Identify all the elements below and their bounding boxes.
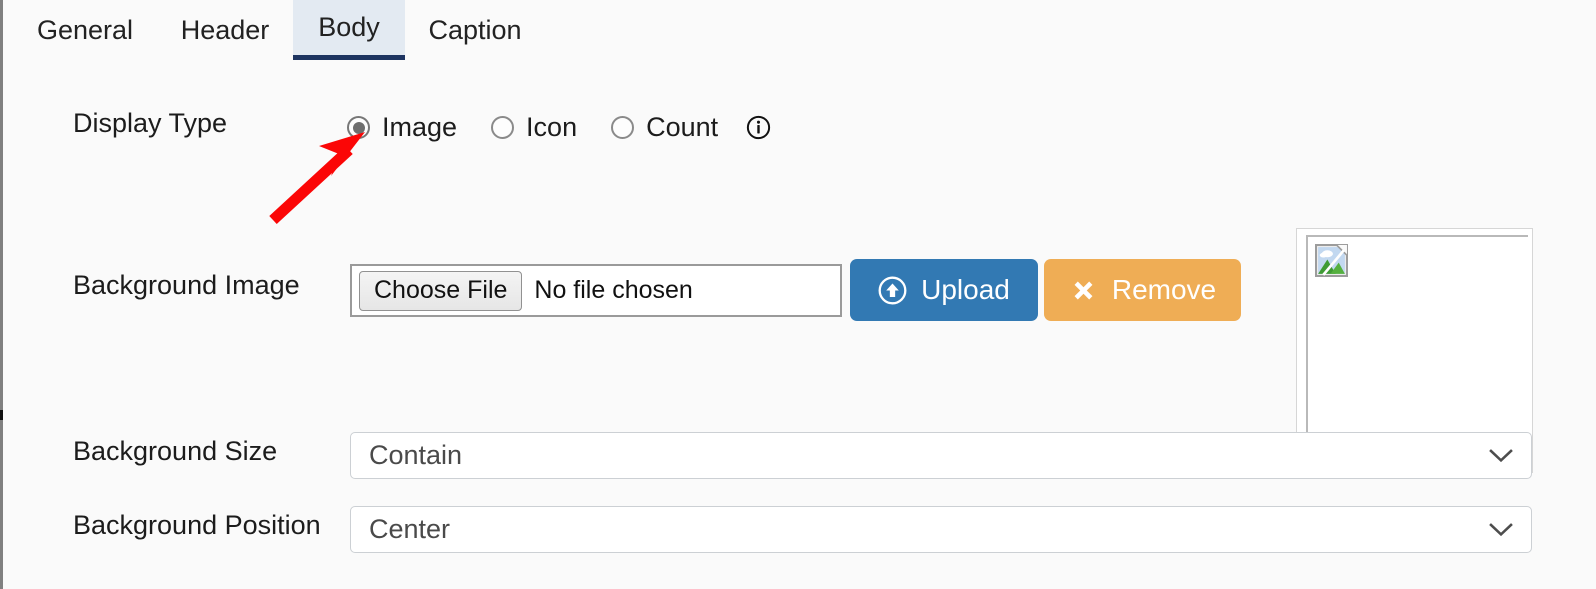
radio-label-image: Image: [382, 112, 458, 142]
choose-file-button[interactable]: Choose File: [359, 270, 523, 311]
body-settings-form: Display Type Image Icon Count Background…: [3, 60, 1596, 589]
background-position-value: Center: [369, 514, 451, 544]
radio-option-image[interactable]: Image: [347, 112, 457, 143]
background-size-label: Background Size: [73, 436, 278, 466]
tab-body-label: Body: [318, 12, 380, 42]
tab-header-label: Header: [180, 14, 270, 45]
info-icon[interactable]: [746, 115, 771, 140]
background-position-label: Background Position: [73, 510, 321, 540]
radio-label-icon: Icon: [526, 112, 578, 142]
upload-button-label: Upload: [921, 274, 1010, 305]
background-size-value: Contain: [369, 440, 463, 470]
background-image-label: Background Image: [73, 270, 300, 300]
radio-option-icon[interactable]: Icon: [491, 112, 577, 143]
file-status-text: No file chosen: [534, 276, 693, 304]
radio-label-count: Count: [646, 112, 719, 142]
remove-button[interactable]: Remove: [1044, 259, 1241, 321]
tab-caption[interactable]: Caption: [413, 0, 537, 60]
display-type-label: Display Type: [73, 108, 228, 138]
tab-general-label: General: [36, 14, 134, 45]
arrow-up-circle-icon: [878, 276, 907, 304]
preview-inner-frame: [1306, 235, 1528, 461]
display-type-radio-group: Image Icon Count: [347, 112, 771, 143]
tab-bar: General Header Body Caption: [3, 0, 1596, 60]
radio-dot-icon: [491, 116, 515, 139]
chevron-down-icon: [1489, 448, 1513, 462]
radio-dot-count: [611, 116, 635, 139]
tab-general[interactable]: General: [25, 0, 145, 60]
broken-image-icon: [1315, 244, 1348, 277]
upload-button[interactable]: Upload: [850, 259, 1038, 321]
background-image-file-input[interactable]: Choose File No file chosen: [350, 264, 842, 317]
radio-option-count[interactable]: Count: [611, 112, 718, 143]
chevron-down-icon: [1489, 522, 1513, 536]
background-size-select[interactable]: Contain: [350, 432, 1532, 479]
close-x-icon: [1074, 281, 1093, 299]
remove-button-label: Remove: [1111, 274, 1217, 305]
background-position-select[interactable]: Center: [350, 506, 1532, 553]
tab-header[interactable]: Header: [167, 0, 283, 60]
tab-caption-label: Caption: [428, 14, 522, 45]
tab-body[interactable]: Body: [293, 0, 405, 60]
radio-dot-image: [347, 116, 370, 139]
